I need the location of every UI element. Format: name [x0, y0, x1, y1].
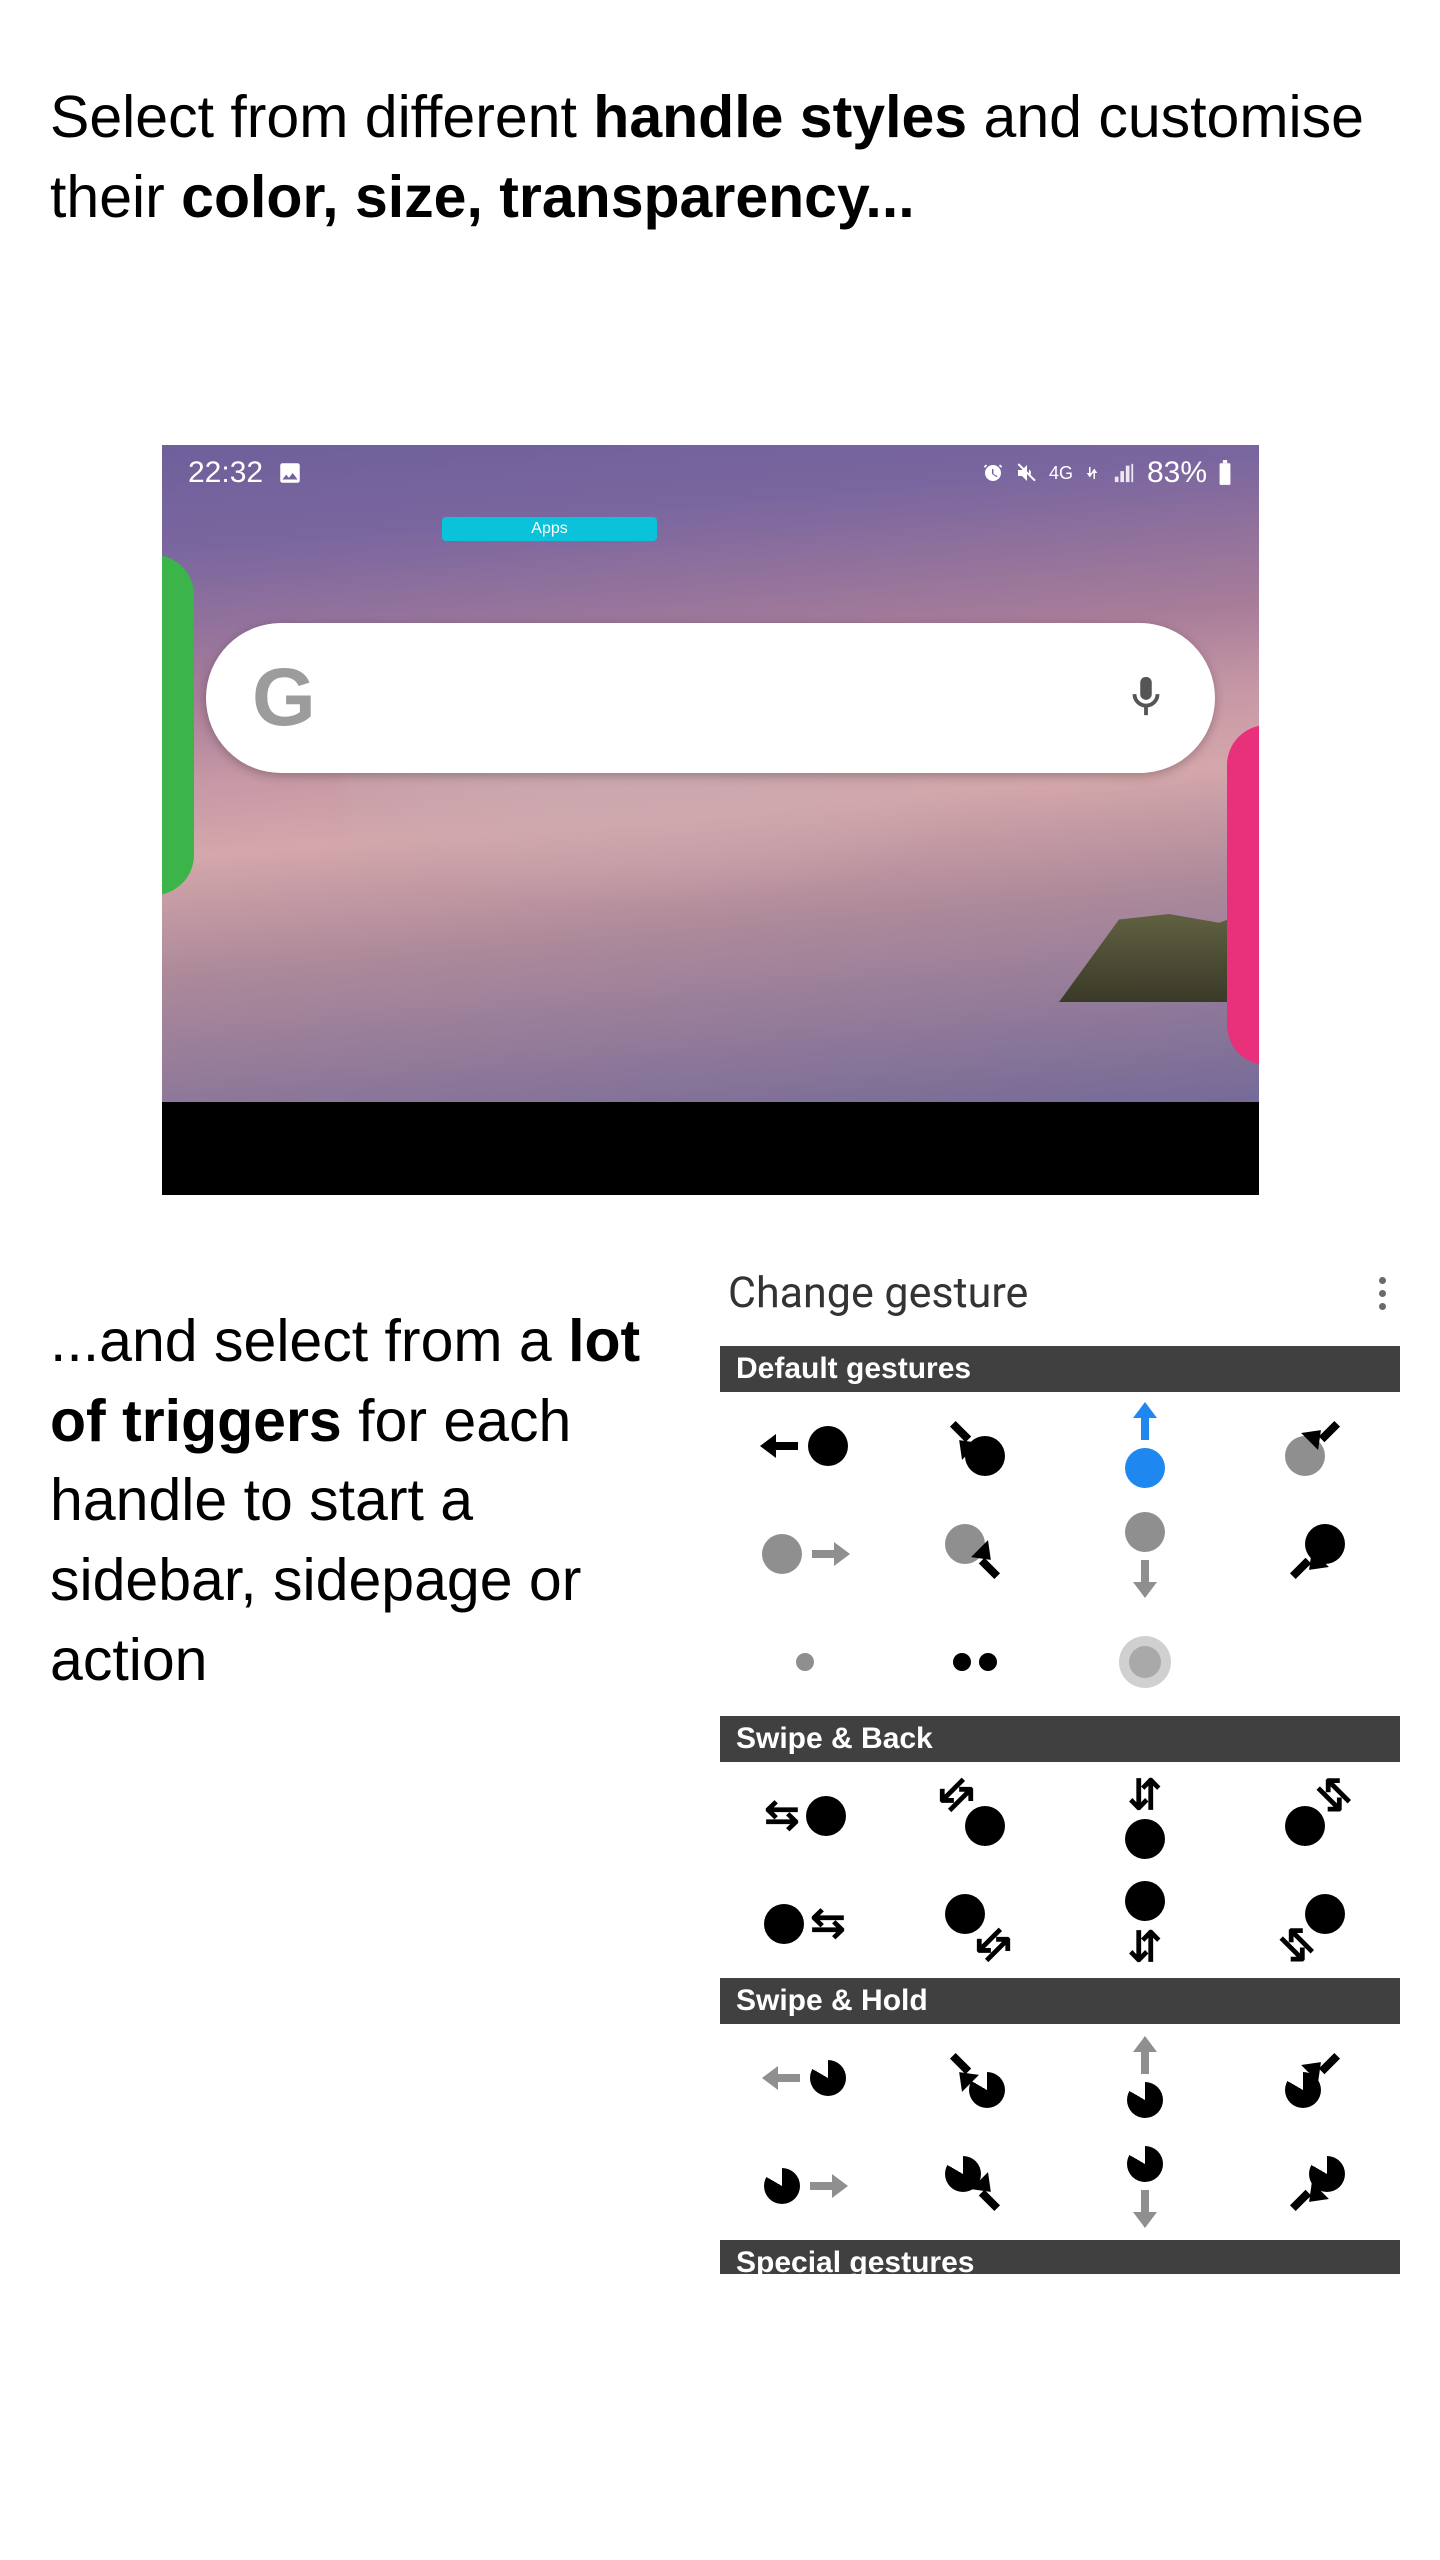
gesture-swipe-downleft-hold[interactable]: [1230, 2132, 1400, 2240]
overflow-menu-icon[interactable]: [1373, 1271, 1392, 1316]
status-bar: 22:32 4G 83%: [162, 445, 1259, 501]
wallpaper: [162, 445, 1259, 1102]
battery-icon: [1217, 460, 1233, 486]
gesture-swipe-left[interactable]: [720, 1392, 890, 1500]
battery-percent: 83%: [1147, 456, 1207, 490]
apps-handle[interactable]: Apps: [442, 517, 657, 541]
data-arrows-icon: [1083, 463, 1101, 483]
gesture-swipe-right[interactable]: [720, 1500, 890, 1608]
gesture-swipe-down-left[interactable]: [1230, 1500, 1400, 1608]
gesture-swipe-downleft-back[interactable]: ⇆: [1230, 1870, 1400, 1978]
section-default-gestures: Default gestures: [720, 1346, 1400, 1392]
text: Select from different: [50, 84, 593, 150]
section-swipe-back: Swipe & Back: [720, 1716, 1400, 1762]
text: ...and select from a: [50, 1308, 568, 1374]
google-g-icon: G: [252, 651, 316, 745]
gesture-swipe-right-back[interactable]: ⇆: [720, 1870, 890, 1978]
gesture-swipe-up-right[interactable]: [1230, 1392, 1400, 1500]
gesture-swipe-upleft-back[interactable]: ⇆: [890, 1762, 1060, 1870]
gesture-swipe-down[interactable]: [1060, 1500, 1230, 1608]
right-edge-handle[interactable]: [1227, 725, 1259, 1065]
gesture-swipe-down-back[interactable]: ⇆: [1060, 1870, 1230, 1978]
google-search-bar[interactable]: G: [206, 623, 1215, 773]
left-edge-handle[interactable]: [162, 555, 194, 895]
apps-label: Apps: [531, 520, 567, 538]
gesture-swipe-up-left[interactable]: [890, 1392, 1060, 1500]
gesture-swipe-down-right[interactable]: [890, 1500, 1060, 1608]
swipe-hold-grid: [720, 2024, 1400, 2240]
section-swipe-hold: Swipe & Hold: [720, 1978, 1400, 2024]
gesture-double-tap[interactable]: [890, 1608, 1060, 1716]
empty: [1230, 1608, 1400, 1716]
gesture-tap[interactable]: [720, 1608, 890, 1716]
gesture-panel: Change gesture Default gestures: [720, 1268, 1400, 2274]
image-icon: [277, 460, 303, 486]
gesture-swipe-up-back[interactable]: ⇆: [1060, 1762, 1230, 1870]
clock: 22:32: [188, 456, 263, 490]
mic-icon[interactable]: [1123, 666, 1169, 731]
intro-caption-1: Select from different handle styles and …: [50, 78, 1400, 237]
gesture-swipe-upleft-hold[interactable]: [890, 2024, 1060, 2132]
gesture-swipe-upright-hold[interactable]: [1230, 2024, 1400, 2132]
gesture-swipe-right-hold[interactable]: [720, 2132, 890, 2240]
gesture-swipe-down-hold[interactable]: [1060, 2132, 1230, 2240]
signal-icon: [1111, 462, 1137, 484]
network-label: 4G: [1049, 463, 1073, 484]
gesture-swipe-up-hold[interactable]: [1060, 2024, 1230, 2132]
gesture-swipe-left-hold[interactable]: [720, 2024, 890, 2132]
gesture-swipe-upright-back[interactable]: ⇆: [1230, 1762, 1400, 1870]
swipe-back-grid: ⇆ ⇆ ⇆ ⇆ ⇆ ⇆ ⇆ ⇆: [720, 1762, 1400, 1978]
mute-icon: [1015, 461, 1039, 485]
bold: handle styles: [593, 84, 967, 150]
gesture-swipe-up[interactable]: [1060, 1392, 1230, 1500]
alarm-icon: [981, 461, 1005, 485]
gesture-swipe-downright-back[interactable]: ⇆: [890, 1870, 1060, 1978]
default-gestures-grid: [720, 1392, 1400, 1716]
gesture-swipe-left-back[interactable]: ⇆: [720, 1762, 890, 1870]
panel-title: Change gesture: [728, 1268, 1028, 1318]
phone-screenshot: 22:32 4G 83% Apps G: [162, 445, 1259, 1195]
section-special-gestures: Special gestures: [720, 2240, 1400, 2274]
gesture-swipe-downright-hold[interactable]: [890, 2132, 1060, 2240]
intro-caption-2: ...and select from a lot of triggers for…: [50, 1302, 690, 1700]
bold: color, size, transparency...: [181, 164, 914, 230]
gesture-long-press[interactable]: [1060, 1608, 1230, 1716]
